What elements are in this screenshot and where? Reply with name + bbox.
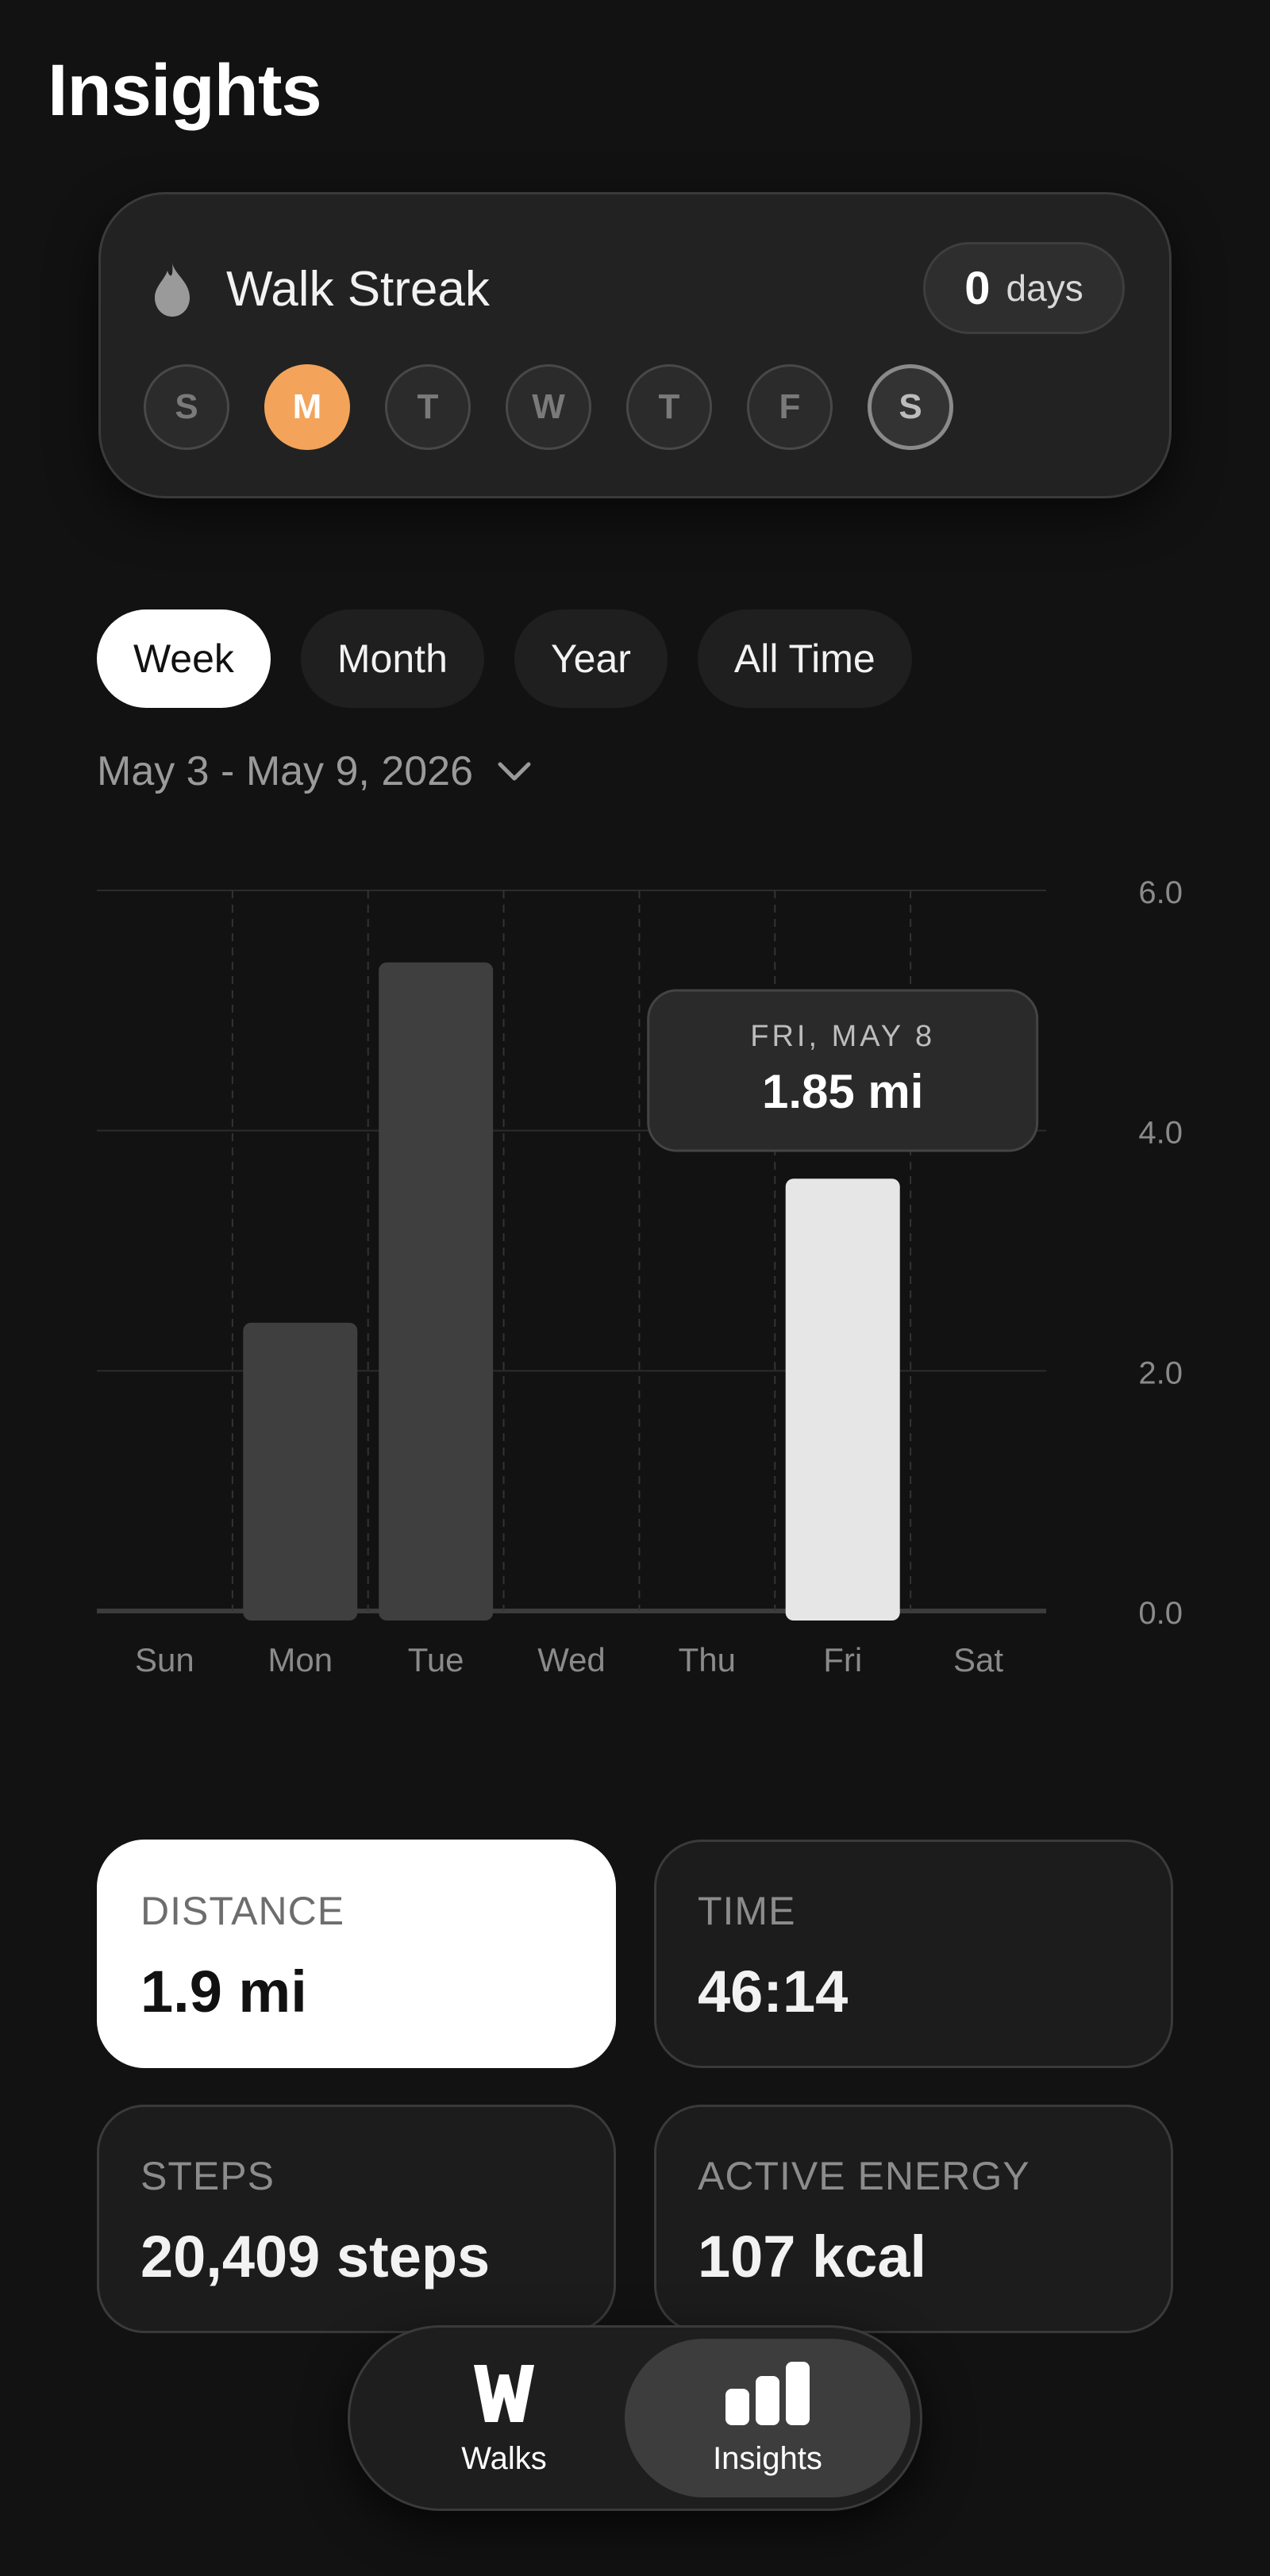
chevron-down-icon	[498, 762, 531, 781]
stat-card-steps[interactable]: STEPS 20,409 steps	[97, 2105, 616, 2333]
day-dot-mon: M	[264, 364, 350, 450]
streak-count: 0	[964, 262, 991, 314]
stat-label: TIME	[698, 1889, 796, 1933]
bottom-nav-bar: Walks Insights	[348, 2325, 922, 2511]
day-dot-sun: S	[144, 364, 229, 450]
date-range-selector[interactable]: May 3 - May 9, 2026	[97, 748, 532, 795]
streak-day-row: S M T W T F S	[144, 364, 953, 450]
streak-count-pill: 0 days	[923, 242, 1125, 334]
x-tick-label: Fri	[823, 1641, 862, 1678]
nav-item-walks[interactable]: Walks	[361, 2339, 647, 2497]
tab-month[interactable]: Month	[300, 609, 484, 708]
x-tick-label: Mon	[267, 1641, 333, 1678]
stat-value: 20,409 steps	[140, 2224, 491, 2290]
stat-label: ACTIVE ENERGY	[698, 2154, 1030, 2198]
tab-year[interactable]: Year	[514, 609, 668, 708]
day-dot-tue: T	[385, 364, 471, 450]
date-range-label: May 3 - May 9, 2026	[97, 748, 473, 794]
bar-fri	[785, 1178, 900, 1621]
day-dot-thu: T	[626, 364, 712, 450]
bar-tue	[379, 962, 494, 1621]
y-tick-label: 0.0	[1138, 1596, 1183, 1631]
insights-screen: Insights Walk Streak 0 days S M T W T F …	[0, 0, 1270, 2576]
page-title: Insights	[48, 50, 322, 131]
stat-card-distance[interactable]: DISTANCE 1.9 mi	[97, 1840, 616, 2068]
walks-w-icon	[474, 2364, 534, 2422]
x-tick-label: Wed	[537, 1641, 606, 1678]
stat-value: 107 kcal	[698, 2224, 927, 2290]
day-dot-sat: S	[868, 364, 953, 450]
stat-label: DISTANCE	[140, 1889, 345, 1933]
stat-value: 46:14	[698, 1959, 849, 2024]
walk-streak-card[interactable]: Walk Streak 0 days S M T W T F S	[98, 192, 1172, 498]
distance-bar-chart[interactable]: 0.0 2.0 4.0 6.0 Sun Mon Tue Wed Thu Fri Sat FRI, M…	[0, 857, 1270, 1698]
range-tabs: Week Month Year All Time	[97, 609, 912, 708]
tab-week[interactable]: Week	[97, 609, 271, 708]
streak-unit: days	[1006, 267, 1083, 309]
tooltip-date: FRI, MAY 8	[750, 1020, 935, 1053]
streak-title: Walk Streak	[226, 262, 490, 317]
y-tick-label: 2.0	[1138, 1355, 1183, 1390]
y-tick-label: 4.0	[1138, 1116, 1183, 1151]
x-tick-label: Tue	[408, 1641, 464, 1678]
tab-all-time[interactable]: All Time	[697, 609, 912, 708]
day-dot-fri: F	[747, 364, 833, 450]
x-tick-label: Thu	[679, 1641, 736, 1678]
stat-label: STEPS	[140, 2154, 275, 2198]
x-tick-label: Sat	[953, 1641, 1003, 1678]
stat-card-active-energy[interactable]: ACTIVE ENERGY 107 kcal	[654, 2105, 1173, 2333]
tooltip-value: 1.85 mi	[762, 1065, 923, 1118]
stat-value: 1.9 mi	[140, 1959, 307, 2024]
bar-mon	[243, 1322, 358, 1621]
nav-item-insights[interactable]: Insights	[625, 2339, 910, 2497]
day-dot-wed: W	[506, 364, 591, 450]
stat-card-time[interactable]: TIME 46:14	[654, 1840, 1173, 2068]
x-tick-label: Sun	[135, 1641, 194, 1678]
bar-chart-icon	[725, 2361, 810, 2425]
flame-icon	[155, 263, 190, 317]
nav-label-insights: Insights	[713, 2440, 822, 2476]
nav-label-walks: Walks	[461, 2440, 547, 2476]
y-tick-label: 6.0	[1138, 875, 1183, 910]
